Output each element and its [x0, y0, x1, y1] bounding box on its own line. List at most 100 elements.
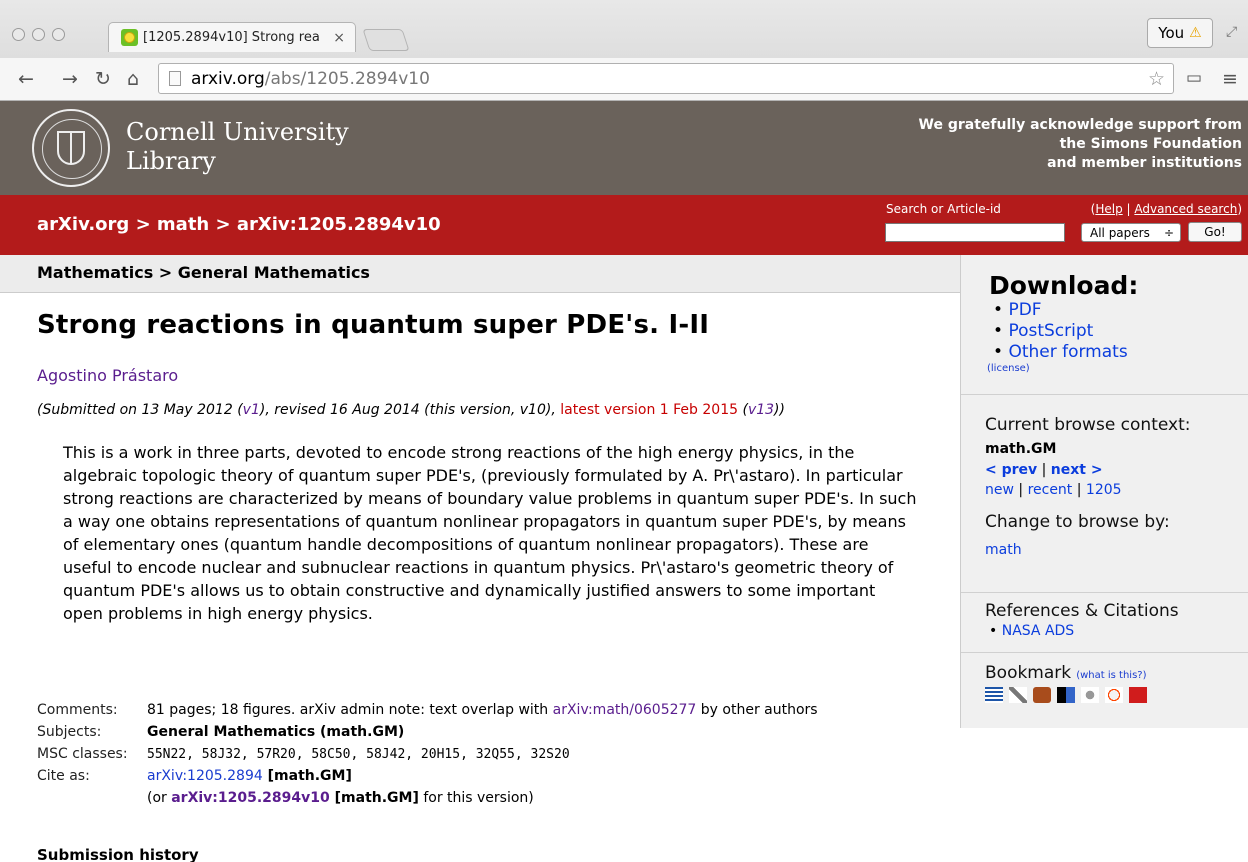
- other-formats-link[interactable]: Other formats: [993, 342, 1248, 363]
- subjects-row: Subjects: General Mathematics (math.GM): [37, 721, 818, 743]
- support-line3: and member institutions: [1047, 155, 1242, 171]
- subject-bar: Mathematics > General Mathematics: [0, 255, 960, 293]
- page-icon: [169, 71, 181, 86]
- latest-version-text: latest version 1 Feb 2015: [560, 402, 739, 418]
- cite-tag: [math.GM]: [262, 768, 352, 784]
- abstract: This is a work in three parts, devoted t…: [63, 443, 917, 623]
- arxiv-bar: arXiv.org > math > arXiv:1205.2894v10 Se…: [0, 195, 1248, 255]
- what-is-this-link[interactable]: (what is this?): [1076, 670, 1146, 681]
- subjects-label: Subjects:: [37, 724, 102, 740]
- change-browse-header: Change to browse by:: [985, 512, 1170, 532]
- url-path: /abs/1205.2894v10: [264, 68, 430, 89]
- cite-version-row: (or arXiv:1205.2894v10 [math.GM] for thi…: [37, 787, 818, 809]
- archive-select[interactable]: All papers ÷: [1081, 223, 1181, 242]
- citeulike-icon[interactable]: [1033, 687, 1051, 703]
- advanced-search-link[interactable]: Advanced search: [1134, 202, 1237, 216]
- bookmark-header: Bookmark: [985, 663, 1072, 683]
- search-label: Search or Article-id: [886, 202, 1001, 216]
- bibsonomy-icon[interactable]: [985, 687, 1003, 703]
- download-header: Download:: [989, 271, 1139, 300]
- cite-link[interactable]: arXiv:1205.2894: [147, 768, 263, 784]
- close-window-icon[interactable]: [12, 28, 25, 41]
- select-arrow-icon: ÷: [1163, 225, 1174, 240]
- cornell-seal-icon[interactable]: [32, 109, 110, 187]
- library-header: Cornell University Library We gratefully…: [0, 101, 1248, 195]
- archive-select-value: All papers: [1090, 225, 1150, 240]
- browser-tab[interactable]: [1205.2894v10] Strong rea ×: [108, 22, 356, 52]
- address-bar[interactable]: arxiv.org/abs/1205.2894v10 ☆: [158, 63, 1174, 94]
- yymm-link[interactable]: 1205: [1086, 482, 1122, 498]
- menu-icon[interactable]: ≡: [1222, 68, 1238, 90]
- cite2-tail: for this version): [418, 790, 534, 806]
- cast-icon[interactable]: ▭: [1186, 68, 1202, 88]
- references-box: References & Citations NASA ADS: [961, 593, 1248, 653]
- tab-close-icon[interactable]: ×: [333, 30, 345, 46]
- zoom-window-icon[interactable]: [52, 28, 65, 41]
- prev-link[interactable]: < prev: [985, 462, 1037, 478]
- back-arrow-icon[interactable]: ←: [18, 68, 34, 90]
- help-separator: |: [1122, 202, 1135, 216]
- sep-1: |: [1037, 462, 1051, 478]
- prev-next: < prev | next >: [985, 462, 1248, 478]
- bookmark-icons: [985, 687, 1248, 703]
- delicious-icon[interactable]: [1057, 687, 1075, 703]
- author-link[interactable]: Agostino Prástaro: [37, 366, 178, 385]
- profile-button[interactable]: You ⚠: [1147, 18, 1213, 48]
- math-browse-link[interactable]: math: [985, 542, 1248, 558]
- library-name-line2: Library: [126, 147, 216, 175]
- nasa-ads-link[interactable]: NASA ADS: [989, 621, 1248, 642]
- reddit-icon[interactable]: [1105, 687, 1123, 703]
- digg-icon[interactable]: [1081, 687, 1099, 703]
- postscript-link[interactable]: PostScript: [993, 321, 1248, 342]
- listing-links: new | recent | 1205: [985, 482, 1248, 498]
- help-link[interactable]: Help: [1095, 202, 1122, 216]
- cite2-tag: [math.GM]: [329, 790, 419, 806]
- support-line1: We gratefully acknowledge support from: [918, 117, 1242, 133]
- connotea-icon[interactable]: [1009, 687, 1027, 703]
- subjects-value: General Mathematics (math.GM): [147, 724, 405, 740]
- v13-link[interactable]: v13: [748, 402, 774, 418]
- pdf-link[interactable]: PDF: [993, 300, 1248, 321]
- msc-row: MSC classes: 55N22, 58J32, 57R20, 58C50,…: [37, 743, 818, 765]
- bookmark-row: Bookmark (what is this?): [985, 663, 1248, 683]
- v1-link[interactable]: v1: [243, 402, 260, 418]
- support-notice[interactable]: We gratefully acknowledge support from t…: [919, 116, 1242, 173]
- sep-2: |: [1013, 482, 1028, 498]
- library-name[interactable]: Cornell University Library: [126, 118, 349, 176]
- minimize-window-icon[interactable]: [32, 28, 45, 41]
- favicon-icon: [121, 29, 138, 46]
- comments-row: Comments: 81 pages; 18 figures. arXiv ad…: [37, 699, 818, 721]
- window-controls[interactable]: [12, 28, 65, 41]
- next-link[interactable]: next >: [1051, 462, 1103, 478]
- navigation-bar: ← → ↻ ⌂ arxiv.org/abs/1205.2894v10 ☆ ▭ ≡: [0, 58, 1248, 100]
- msc-value: 55N22, 58J32, 57R20, 58C50, 58J42, 20H15…: [147, 746, 570, 762]
- new-tab-button[interactable]: [362, 29, 410, 51]
- license-text[interactable]: (license): [987, 363, 1030, 374]
- cite-version-link[interactable]: arXiv:1205.2894v10: [171, 790, 330, 806]
- metadata-table: Comments: 81 pages; 18 figures. arXiv ad…: [37, 699, 818, 809]
- browse-context-box: Current browse context: math.GM < prev |…: [961, 395, 1248, 593]
- forward-arrow-icon[interactable]: →: [62, 68, 78, 90]
- warning-icon: ⚠: [1189, 25, 1202, 41]
- home-icon[interactable]: ⌂: [127, 68, 139, 90]
- cite2-prefix: (or: [147, 790, 172, 806]
- sciencewise-icon[interactable]: [1129, 687, 1147, 703]
- support-line2: the Simons Foundation: [1059, 136, 1242, 152]
- browser-chrome: [1205.2894v10] Strong rea × You ⚠ ⤢ ← → …: [0, 0, 1248, 101]
- help-close-paren: ): [1237, 202, 1242, 216]
- license-link[interactable]: (license): [987, 363, 1248, 374]
- search-input[interactable]: [885, 223, 1065, 242]
- new-link[interactable]: new: [985, 482, 1014, 498]
- comments-value: 81 pages; 18 figures. arXiv admin note: …: [147, 702, 818, 718]
- submission-dateline: (Submitted on 13 May 2012 (v1), revised …: [37, 402, 785, 418]
- bookmark-star-icon[interactable]: ☆: [1148, 68, 1165, 90]
- go-button[interactable]: Go!: [1188, 222, 1242, 242]
- overlap-link[interactable]: arXiv:math/0605277: [553, 702, 697, 718]
- reload-icon[interactable]: ↻: [95, 68, 111, 90]
- cite-value: arXiv:1205.2894 [math.GM]: [147, 768, 352, 784]
- references-header: References & Citations: [985, 601, 1179, 621]
- fullscreen-icon[interactable]: ⤢: [1226, 24, 1237, 40]
- breadcrumb[interactable]: arXiv.org > math > arXiv:1205.2894v10: [37, 214, 441, 235]
- cite-version-value: (or arXiv:1205.2894v10 [math.GM] for thi…: [147, 790, 534, 806]
- recent-link[interactable]: recent: [1028, 482, 1073, 498]
